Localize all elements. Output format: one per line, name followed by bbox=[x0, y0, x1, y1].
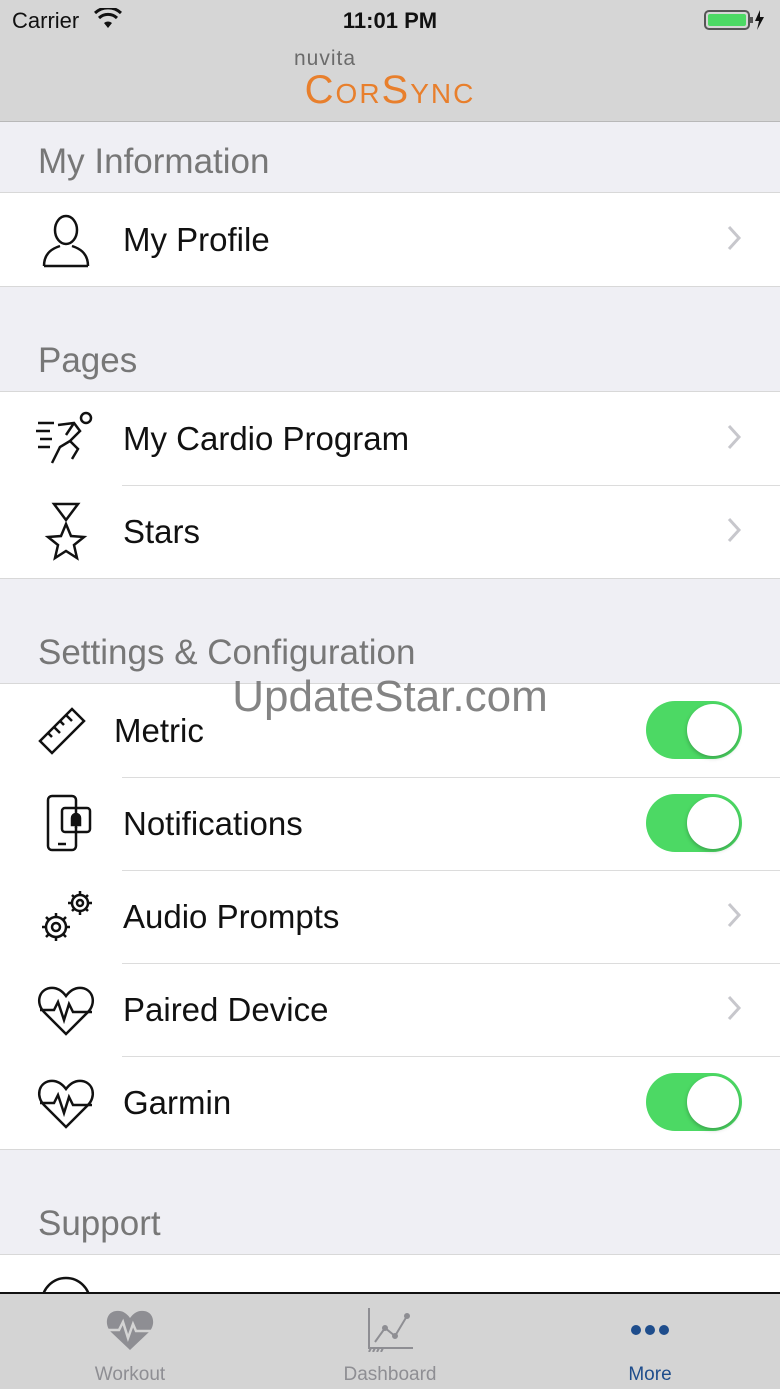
line-chart-icon bbox=[365, 1306, 415, 1353]
metric-toggle[interactable] bbox=[646, 701, 742, 759]
ruler-icon bbox=[36, 701, 96, 761]
tab-dashboard[interactable]: Dashboard bbox=[260, 1294, 520, 1389]
logo-brand-small: nuvita bbox=[293, 47, 357, 70]
row-paired-device[interactable]: Paired Device bbox=[0, 963, 780, 1056]
toggle-knob bbox=[687, 1076, 739, 1128]
row-label: Audio Prompts bbox=[123, 897, 340, 935]
status-time: 11:01 PM bbox=[342, 8, 438, 33]
section-header-support: Support bbox=[38, 1204, 161, 1243]
row-metric[interactable]: Metric bbox=[0, 684, 780, 777]
tab-label: More bbox=[628, 1364, 672, 1385]
row-stars[interactable]: Stars bbox=[0, 485, 780, 578]
row-my-cardio-program[interactable]: My Cardio Program bbox=[0, 392, 780, 485]
notifications-toggle[interactable] bbox=[646, 794, 742, 852]
row-label: My Cardio Program bbox=[123, 419, 410, 457]
app-logo: nuvita CorSync bbox=[0, 47, 780, 112]
help-icon bbox=[36, 1272, 96, 1292]
row-notifications[interactable]: Notifications bbox=[0, 777, 780, 870]
tab-label: Dashboard bbox=[343, 1364, 437, 1385]
chevron-right-icon bbox=[726, 224, 742, 252]
row-label: Notifications bbox=[123, 804, 303, 842]
star-medal-icon bbox=[36, 502, 96, 562]
settings-list[interactable]: My Information My Profile Pages My Cardi… bbox=[0, 122, 780, 1292]
row-support-partial[interactable] bbox=[0, 1255, 780, 1292]
battery-icon bbox=[704, 8, 766, 37]
tab-bar: Workout Dashboard More bbox=[0, 1292, 780, 1389]
logo-brand-big: CorSync bbox=[304, 68, 476, 112]
row-label: Metric bbox=[114, 711, 204, 749]
toggle-knob bbox=[687, 797, 739, 849]
phone-notification-icon bbox=[36, 794, 96, 854]
tab-more[interactable]: More bbox=[520, 1294, 780, 1389]
chevron-right-icon bbox=[726, 901, 742, 929]
tab-workout[interactable]: Workout bbox=[0, 1294, 260, 1389]
chevron-right-icon bbox=[726, 423, 742, 451]
heart-pulse-icon bbox=[105, 1306, 155, 1352]
gears-icon bbox=[36, 887, 96, 947]
top-bar: Carrier 11:01 PM nuvita CorSync bbox=[0, 0, 780, 122]
row-my-profile[interactable]: My Profile bbox=[0, 193, 780, 286]
tab-label: Workout bbox=[94, 1364, 166, 1385]
status-bar: Carrier 11:01 PM bbox=[0, 0, 780, 40]
group-my-information: My Profile bbox=[0, 192, 780, 287]
group-pages: My Cardio Program Stars bbox=[0, 391, 780, 579]
row-label: My Profile bbox=[123, 220, 270, 258]
section-header-pages: Pages bbox=[38, 341, 138, 380]
section-header-my-information: My Information bbox=[38, 142, 270, 181]
chevron-right-icon bbox=[726, 994, 742, 1022]
group-settings: Metric Notifications Audio Prompts Paire… bbox=[0, 683, 780, 1150]
person-icon bbox=[36, 210, 96, 270]
chevron-right-icon bbox=[726, 516, 742, 544]
row-audio-prompts[interactable]: Audio Prompts bbox=[0, 870, 780, 963]
garmin-toggle[interactable] bbox=[646, 1073, 742, 1131]
toggle-knob bbox=[687, 704, 739, 756]
heart-pulse-icon bbox=[36, 980, 96, 1040]
row-label: Garmin bbox=[123, 1083, 232, 1121]
group-support bbox=[0, 1254, 780, 1292]
section-header-settings: Settings & Configuration bbox=[38, 633, 416, 672]
ellipsis-icon bbox=[625, 1306, 675, 1352]
row-label: Stars bbox=[123, 512, 201, 550]
runner-icon bbox=[36, 409, 96, 469]
heart-pulse-icon bbox=[36, 1073, 96, 1133]
row-garmin[interactable]: Garmin bbox=[0, 1056, 780, 1149]
row-label: Paired Device bbox=[123, 990, 329, 1028]
